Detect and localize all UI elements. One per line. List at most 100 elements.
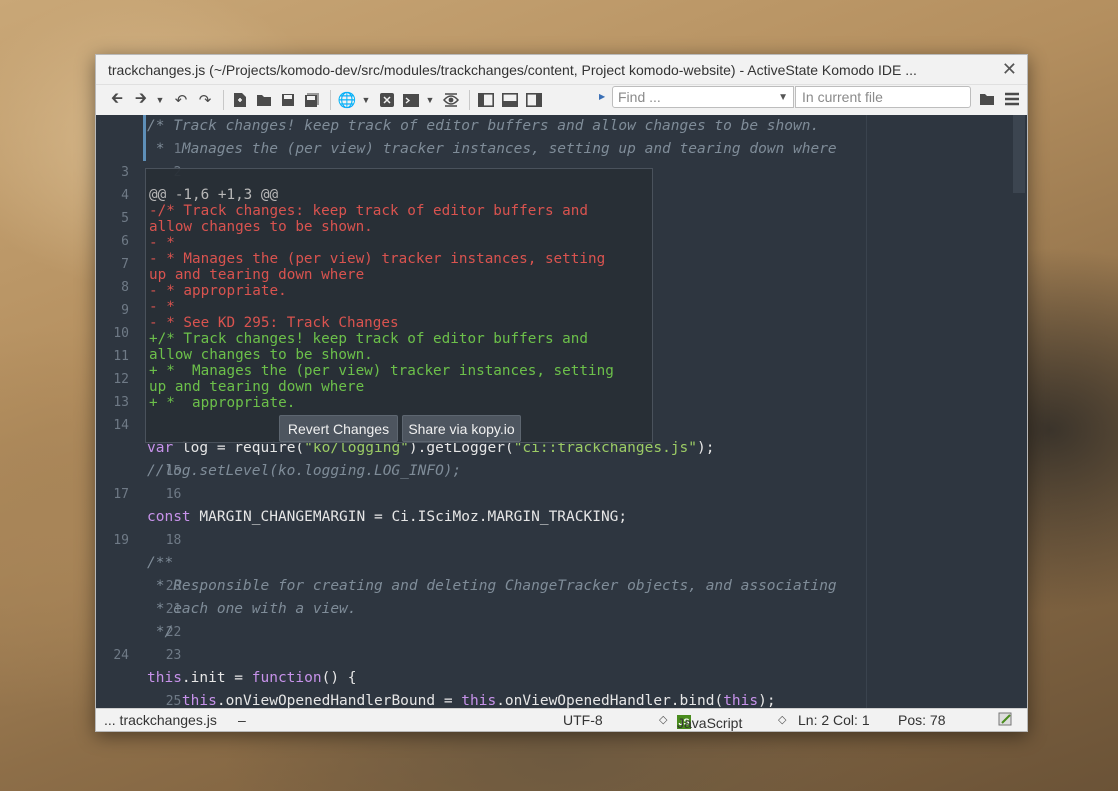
line-number: 4 bbox=[121, 188, 129, 203]
line-number: 6 bbox=[121, 234, 129, 249]
code-line: 19 bbox=[96, 529, 1027, 552]
komodo-window: trackchanges.js (~/Projects/komodo-dev/s… bbox=[95, 54, 1028, 732]
code-keyword: function bbox=[251, 670, 322, 686]
line-number: 9 bbox=[121, 303, 129, 318]
forward-history-dropdown-icon[interactable]: ▼ bbox=[154, 89, 166, 111]
undo-icon[interactable]: ↶ bbox=[170, 89, 192, 111]
line-number: 7 bbox=[121, 257, 129, 272]
revert-changes-button[interactable]: Revert Changes bbox=[279, 415, 398, 442]
line-number: 8 bbox=[121, 280, 129, 295]
code-keyword: this bbox=[723, 693, 759, 709]
check-syntax-icon[interactable] bbox=[998, 711, 1014, 730]
diff-removed-line: - * appropriate. bbox=[149, 283, 287, 299]
code-keyword: this bbox=[461, 693, 497, 709]
find-placeholder: Find ... bbox=[618, 89, 661, 105]
code-token: ); bbox=[758, 693, 776, 709]
line-number: 12 bbox=[113, 372, 129, 387]
back-icon[interactable]: 🡰 bbox=[106, 89, 128, 111]
terminal-icon[interactable] bbox=[400, 89, 422, 111]
browser-icon[interactable]: 🌐 bbox=[336, 89, 358, 111]
save-icon[interactable] bbox=[277, 89, 299, 111]
line-number: 11 bbox=[113, 349, 129, 364]
diff-added-line: up and tearing down where bbox=[149, 379, 365, 395]
code-line: 24 bbox=[96, 644, 1027, 667]
line-number: 19 bbox=[113, 533, 129, 548]
status-line-col: Ln: 2 Col: 1 bbox=[798, 712, 870, 728]
code-token: .onViewOpenedHandler.bind( bbox=[496, 693, 724, 709]
share-kopy-button[interactable]: Share via kopy.io bbox=[402, 415, 521, 442]
line-number: 17 bbox=[113, 487, 129, 502]
terminal-dropdown-icon[interactable]: ▼ bbox=[424, 89, 436, 111]
line-number: 13 bbox=[113, 395, 129, 410]
code-line: 22 * each one with a view. bbox=[96, 598, 1027, 640]
close-icon[interactable]: ✕ bbox=[1002, 59, 1017, 80]
status-encoding[interactable]: UTF-8 bbox=[563, 712, 603, 728]
code-line: 26 this.onViewOpenedHandlerBound = this.… bbox=[96, 690, 1027, 709]
find-options-arrow-icon[interactable]: ▶ bbox=[599, 92, 605, 101]
diff-removed-line: up and tearing down where bbox=[149, 267, 365, 283]
code-line: 17 bbox=[96, 483, 1027, 506]
code-text: */ bbox=[147, 624, 174, 640]
browser-dropdown-icon[interactable]: ▼ bbox=[360, 89, 372, 111]
diff-added-line: + * appropriate. bbox=[149, 395, 296, 411]
toolbar-separator bbox=[330, 90, 331, 110]
redo-icon[interactable]: ↷ bbox=[194, 89, 216, 111]
code-text: * Responsible for creating and deleting … bbox=[147, 578, 837, 594]
encoding-spinner-icon[interactable]: ◇ bbox=[659, 713, 667, 726]
new-file-icon[interactable] bbox=[229, 89, 251, 111]
code-line: 25 this.init = function() { bbox=[96, 667, 1027, 709]
open-file-icon[interactable] bbox=[976, 88, 998, 110]
open-folder-icon[interactable] bbox=[253, 89, 275, 111]
diff-hunk-header: @@ -1,6 +1,3 @@ bbox=[149, 187, 279, 203]
code-line: 2 * Manages the (per view) tracker insta… bbox=[96, 138, 1027, 180]
bottom-pane-icon[interactable] bbox=[499, 89, 521, 111]
code-text: * each one with a view. bbox=[147, 601, 357, 617]
code-line: 23 */ bbox=[96, 621, 1027, 663]
code-text: /* Track changes! keep track of editor b… bbox=[147, 118, 820, 134]
language-spinner-icon[interactable]: ◇ bbox=[778, 713, 786, 726]
find-scope-input[interactable]: In current file bbox=[795, 86, 971, 108]
code-token: .onViewOpenedHandlerBound = bbox=[216, 693, 462, 709]
toolbar-separator bbox=[469, 90, 470, 110]
status-file-modified: – bbox=[238, 712, 246, 728]
code-keyword: this bbox=[147, 693, 217, 709]
menu-icon[interactable] bbox=[1001, 88, 1023, 110]
code-text: /** bbox=[147, 555, 174, 571]
code-editor[interactable]: 1 /* Track changes! keep track of editor… bbox=[96, 115, 1027, 709]
code-token: .init = bbox=[181, 670, 252, 686]
find-dropdown-icon[interactable]: ▼ bbox=[778, 92, 788, 103]
track-changes-popup: @@ -1,6 +1,3 @@ -/* Track changes: keep t… bbox=[145, 168, 653, 443]
line-number: 14 bbox=[113, 418, 129, 433]
line-number: 3 bbox=[121, 165, 129, 180]
title-bar: trackchanges.js (~/Projects/komodo-dev/s… bbox=[96, 55, 1027, 85]
code-keyword: this bbox=[147, 670, 182, 686]
save-all-icon[interactable] bbox=[301, 89, 323, 111]
right-pane-icon[interactable] bbox=[523, 89, 545, 111]
macro-icon[interactable] bbox=[376, 89, 398, 111]
status-language-label: JavaScript bbox=[677, 715, 743, 731]
diff-removed-line: allow changes to be shown. bbox=[149, 219, 373, 235]
find-input[interactable]: Find ... ▼ bbox=[612, 86, 794, 108]
code-token: () { bbox=[321, 670, 357, 686]
code-line: 21 * Responsible for creating and deleti… bbox=[96, 575, 1027, 617]
code-line: 1 /* Track changes! keep track of editor… bbox=[96, 115, 1027, 157]
code-token: MARGIN_CHANGEMARGIN = Ci.ISciMoz.MARGIN_… bbox=[190, 509, 628, 525]
diff-removed-line: -/* Track changes: keep track of editor … bbox=[149, 203, 588, 219]
status-position: Pos: 78 bbox=[898, 712, 946, 728]
code-line: 18 const MARGIN_CHANGEMARGIN = Ci.ISciMo… bbox=[96, 506, 1027, 548]
window-title: trackchanges.js (~/Projects/komodo-dev/s… bbox=[108, 61, 917, 78]
diff-added-line: + * Manages the (per view) tracker insta… bbox=[149, 363, 614, 379]
diff-removed-line: - * bbox=[149, 299, 175, 315]
watch-icon[interactable] bbox=[440, 89, 462, 111]
scope-placeholder: In current file bbox=[802, 89, 883, 105]
status-file-name[interactable]: ... trackchanges.js bbox=[104, 712, 217, 728]
line-number: 10 bbox=[113, 326, 129, 341]
line-number: 5 bbox=[121, 211, 129, 226]
forward-icon[interactable]: 🡲 bbox=[130, 89, 152, 111]
diff-added-line: +/* Track changes! keep track of editor … bbox=[149, 331, 588, 347]
code-token: ); bbox=[697, 440, 715, 456]
diff-removed-line: - * bbox=[149, 235, 175, 251]
code-text: * Manages the (per view) tracker instanc… bbox=[147, 141, 837, 157]
diff-removed-line: - * See KD 295: Track Changes bbox=[149, 315, 399, 331]
left-pane-icon[interactable] bbox=[475, 89, 497, 111]
